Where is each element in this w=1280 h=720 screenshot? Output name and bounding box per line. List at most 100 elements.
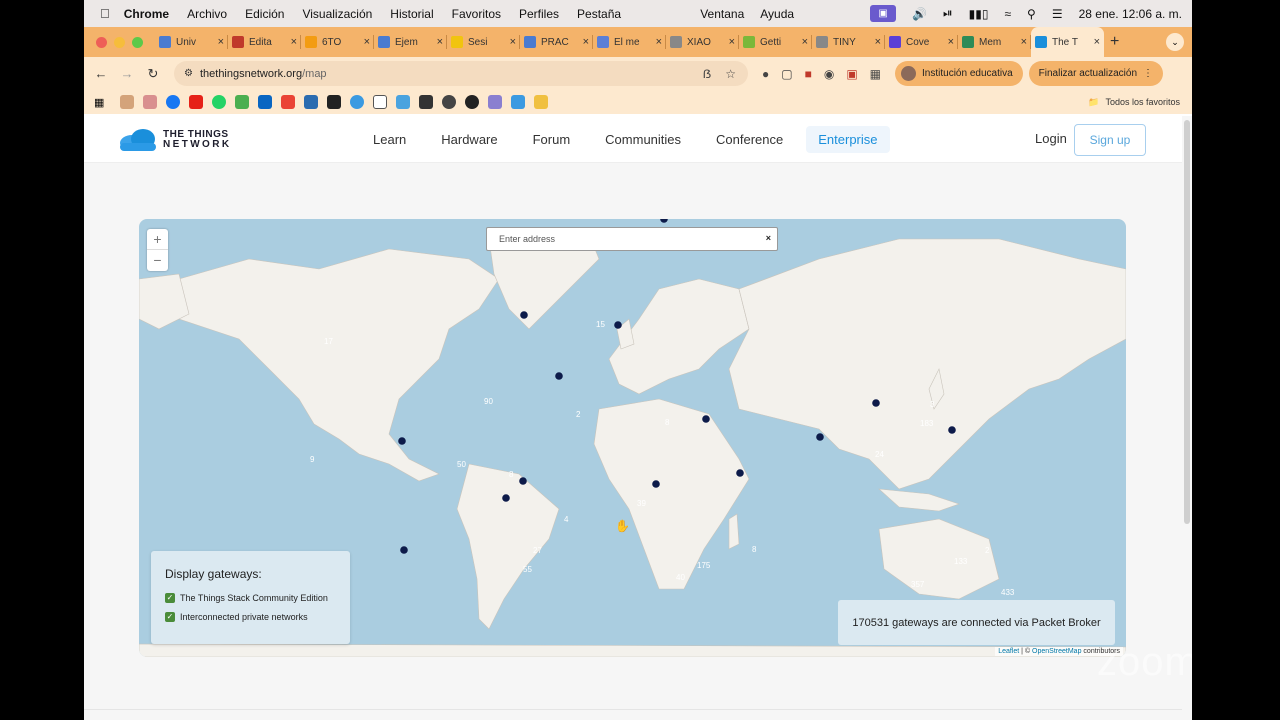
nav-hardware[interactable]: Hardware [441,132,497,147]
browser-tab[interactable]: Ejem × [374,27,447,57]
browser-tab[interactable]: Cove × [885,27,958,57]
cluster-count-label[interactable]: 357 [911,580,924,589]
facebook-icon[interactable] [166,95,181,109]
ttn-logo[interactable]: THE THINGS NETWORK [119,129,231,151]
menu-edicion[interactable]: Edición [245,7,284,21]
cluster-count-label[interactable]: 27 [533,546,542,555]
menu-historial[interactable]: Historial [390,7,433,21]
browser-tab[interactable]: Mem × [958,27,1031,57]
tab-close-icon[interactable]: × [729,36,735,48]
cluster-count-label[interactable]: 183 [920,419,933,428]
checkbox-checked-icon[interactable]: ✓ [165,612,175,622]
extension-5-icon[interactable]: ▣ [846,67,857,81]
tab-close-icon[interactable]: × [656,36,662,48]
zoom-in-button[interactable]: + [147,229,168,250]
extension-2-icon[interactable]: ▢ [781,67,792,81]
bookmark-icon[interactable] [442,95,457,109]
update-button[interactable]: Finalizar actualización ⋮ [1028,61,1164,86]
volume-icon[interactable]: 🔊 [912,7,927,21]
cluster-count-label[interactable]: 2 [576,410,580,419]
tab-close-icon[interactable]: × [510,36,516,48]
browser-tab[interactable]: Univ × [155,27,228,57]
menu-favoritos[interactable]: Favoritos [452,7,501,21]
forward-button[interactable]: → [114,66,140,81]
tab-close-icon[interactable]: × [583,36,589,48]
bookmark-icon[interactable] [235,95,250,109]
tab-close-icon[interactable]: × [802,36,808,48]
tab-close-icon[interactable]: × [1021,36,1027,48]
bookmark-icon[interactable] [120,95,135,109]
bookmark-icon[interactable] [373,95,388,109]
zoom-window-button[interactable] [132,36,143,48]
nav-forum[interactable]: Forum [533,132,571,147]
cluster-count-label[interactable]: 8 [509,470,513,479]
tab-close-icon[interactable]: × [291,36,297,48]
menu-ventana[interactable]: Ventana [700,7,744,21]
browser-tab[interactable]: Sesi × [447,27,520,57]
battery-icon[interactable]: ▮▮▯ [969,7,989,21]
address-bar[interactable]: ⚙ thethingsnetwork.org/map ẞ ☆ [174,61,748,86]
osm-link[interactable]: OpenStreetMap [1032,648,1081,655]
cluster-count-label[interactable]: 17 [324,337,333,346]
bookmark-icon[interactable] [143,95,158,109]
checkbox-checked-icon[interactable]: ✓ [165,593,175,603]
nav-enterprise[interactable]: Enterprise [806,126,890,153]
cluster-count-label[interactable]: 8 [665,418,669,427]
menu-perfiles[interactable]: Perfiles [519,7,559,21]
menu-app[interactable]: Chrome [124,7,169,21]
profile-chip[interactable]: Institución educativa [895,61,1023,86]
site-info-icon[interactable]: ⚙ [184,68,193,79]
zoom-share-icon[interactable]: ▣ [870,5,897,22]
new-tab-button[interactable]: + [1110,33,1119,51]
extension-1-icon[interactable]: ● [762,67,769,81]
cluster-count-label[interactable]: 15 [596,320,605,329]
cluster-count-label[interactable]: 4 [564,515,568,524]
login-link[interactable]: Login [1035,131,1067,146]
nav-conference[interactable]: Conference [716,132,783,147]
tab-close-icon[interactable]: × [364,36,370,48]
nav-communities[interactable]: Communities [605,132,681,147]
cluster-count-label[interactable]: 433 [1001,588,1014,597]
cluster-count-label[interactable]: 133 [954,557,967,566]
cluster-count-label[interactable]: 39 [637,499,646,508]
tab-search-button[interactable]: ⌄ [1166,33,1184,51]
nav-learn[interactable]: Learn [373,132,406,147]
tab-close-icon[interactable]: × [875,36,881,48]
tab-close-icon[interactable]: × [948,36,954,48]
menu-visualizacion[interactable]: Visualización [302,7,372,21]
zoom-out-button[interactable]: − [147,250,168,271]
menu-archivo[interactable]: Archivo [187,7,227,21]
wifi-icon[interactable]: ≈ [1004,7,1011,21]
cluster-count-label[interactable]: 2 [985,546,989,555]
clear-search-icon[interactable]: × [766,233,771,243]
whatsapp-icon[interactable] [212,95,227,109]
cluster-count-label[interactable]: 50 [457,460,466,469]
apps-grid-icon[interactable]: ▦ [94,96,104,109]
browser-tab[interactable]: El me × [593,27,666,57]
signup-button[interactable]: Sign up [1074,124,1146,156]
bookmark-icon[interactable] [396,95,411,109]
gateway-map[interactable]: 17 90 2 9 50 8 39 4 27 55 175 40 8 3 183 24 133 357 2 433 15… [139,219,1126,657]
browser-tab[interactable]: 6TO × [301,27,374,57]
cluster-count-label[interactable]: 90 [484,397,493,406]
extension-4-icon[interactable]: ◉ [824,67,834,81]
back-button[interactable]: ← [88,66,114,81]
bookmark-icon[interactable] [488,95,503,109]
menu-ayuda[interactable]: Ayuda [760,7,794,21]
browser-tab[interactable]: Edita × [228,27,301,57]
page-scrollbar[interactable] [1184,120,1190,524]
tab-close-icon[interactable]: × [437,36,443,48]
extensions-puzzle-icon[interactable]: ▦ [870,67,881,81]
cluster-count-label[interactable]: 55 [523,565,532,574]
menu-pestana[interactable]: Pestaña [577,7,621,21]
clock[interactable]: 28 ene. 12:06 a. m. [1079,7,1182,21]
browser-tab[interactable]: Getti × [739,27,812,57]
cluster-count-label[interactable]: 3 [930,400,934,409]
spotlight-icon[interactable]: ⚲ [1027,7,1036,21]
all-bookmarks[interactable]: 📁 Todos los favoritos [1088,90,1180,114]
bookmark-icon[interactable] [304,95,319,109]
browser-tab[interactable]: The T × [1031,27,1104,57]
browser-tab[interactable]: XIAO × [666,27,739,57]
play-icon[interactable]: ⏯ [943,6,953,21]
tab-close-icon[interactable]: × [1094,36,1100,48]
